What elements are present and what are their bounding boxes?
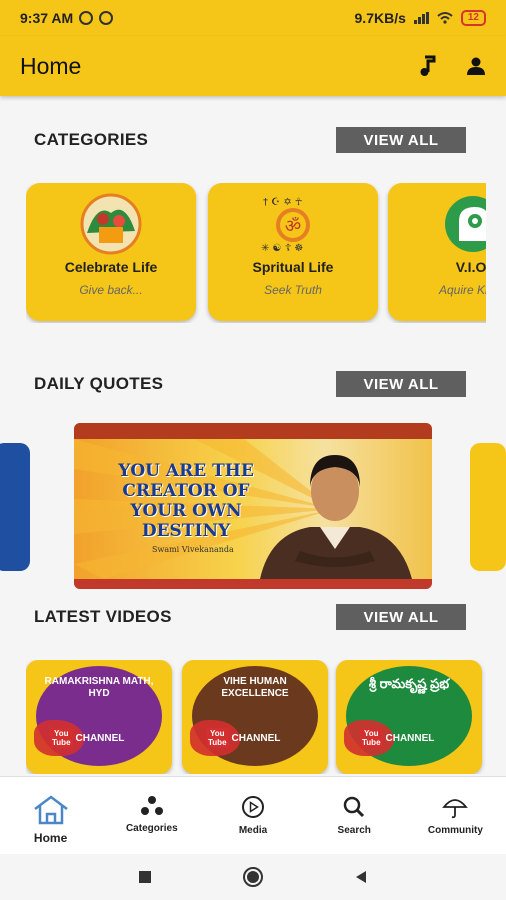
nav-item-search[interactable]: Search — [304, 777, 405, 854]
bottom-navigation: Home Categories Media Search Community — [0, 776, 506, 854]
wifi-icon — [437, 12, 453, 24]
category-subtitle: Give back... — [79, 283, 143, 297]
om-symbol-image: † ☪ ✡ ☥ ✳ ☯ ☦ ☸ ॐ — [255, 193, 331, 255]
category-card-spiritual-life[interactable]: † ☪ ✡ ☥ ✳ ☯ ☦ ☸ ॐ Spritual Life Seek Tru… — [208, 183, 378, 321]
latest-videos-view-all-button[interactable]: VIEW ALL — [336, 604, 466, 630]
celebration-image — [73, 193, 149, 255]
play-circle-icon — [242, 796, 264, 818]
nav-item-categories[interactable]: Categories — [101, 777, 202, 854]
video-channel-title: VIHE HUMAN EXCELLENCE — [221, 676, 289, 699]
status-time: 9:37 AM — [20, 10, 74, 26]
battery-icon: 12 — [460, 10, 486, 26]
nav-label: Media — [238, 825, 268, 836]
nav-label: Search — [337, 825, 371, 836]
category-name: V.I.O. — [455, 259, 486, 275]
page-title: Home — [20, 52, 82, 79]
quote-card[interactable]: YOU ARE THE CREATOR OF YOUR OWN DESTINY … — [74, 423, 432, 589]
app-bar: Home — [0, 36, 506, 96]
channel-label: CHANNEL — [75, 732, 125, 744]
youtube-badge: You Tube CHANNEL — [50, 728, 124, 748]
category-name: Celebrate Life — [64, 259, 158, 275]
video-card-vihe[interactable]: VIHE HUMAN EXCELLENCE You Tube CHANNEL — [182, 660, 328, 774]
recents-icon[interactable] — [138, 870, 152, 884]
category-subtitle: Seek Truth — [264, 283, 322, 297]
youtube-badge: You Tube CHANNEL — [206, 728, 280, 748]
quotes-carousel[interactable]: YOU ARE THE CREATOR OF YOUR OWN DESTINY … — [0, 423, 506, 589]
youtube-badge: You Tube CHANNEL — [360, 728, 434, 748]
categories-carousel[interactable]: Celebrate Life Give back... † ☪ ✡ ☥ ✳ ☯ … — [26, 183, 486, 323]
signal-icon — [413, 12, 429, 24]
youtube-logo: You Tube — [206, 728, 229, 748]
home-icon — [33, 795, 68, 825]
video-channel-title: RAMAKRISHNA MATH, HYD — [44, 676, 154, 699]
daily-quotes-header: DAILY QUOTES VIEW ALL — [34, 371, 466, 397]
svg-text:ॐ: ॐ — [285, 216, 301, 237]
latest-videos-title: LATEST VIDEOS — [34, 607, 172, 626]
nav-label: Community — [427, 825, 483, 836]
quote-text: YOU ARE THE CREATOR OF YOUR OWN DESTINY — [96, 461, 276, 541]
latest-videos-header: LATEST VIDEOS VIEW ALL — [34, 604, 466, 630]
daily-quotes-title: DAILY QUOTES — [34, 374, 164, 393]
system-navigation-bar — [0, 854, 506, 900]
videos-carousel[interactable]: RAMAKRISHNA MATH, HYD You Tube CHANNEL VI… — [26, 660, 486, 774]
svg-text:✳ ☯ ☦ ☸: ✳ ☯ ☦ ☸ — [261, 243, 303, 254]
video-channel-title: శ్రీ రామకృష్ణ ప్రభ — [368, 676, 450, 691]
yt-you: You — [364, 729, 379, 738]
daily-quotes-view-all-button[interactable]: VIEW ALL — [336, 371, 466, 397]
home-button-icon[interactable] — [242, 866, 264, 888]
quote-line: YOU ARE THE — [118, 461, 254, 481]
umbrella-icon — [442, 799, 469, 819]
video-card-ramakrishna-prabha[interactable]: శ్రీ రామకృష్ణ ప్రభ You Tube CHANNEL — [336, 660, 482, 774]
category-card-celebrate-life[interactable]: Celebrate Life Give back... — [26, 183, 196, 321]
portrait-image — [260, 455, 412, 579]
channel-label: CHANNEL — [231, 732, 281, 744]
quote-banner-decoration — [74, 423, 432, 439]
quote-line: DESTINY — [141, 521, 231, 541]
back-icon[interactable] — [354, 870, 368, 884]
categories-header: CATEGORIES VIEW ALL — [34, 127, 466, 153]
category-name: Spritual Life — [252, 259, 334, 275]
quote-card-previous[interactable] — [0, 443, 30, 571]
categories-title: CATEGORIES — [34, 130, 149, 149]
channel-label: CHANNEL — [385, 732, 435, 744]
status-bar: 9:37 AM 9.7KB/s 12 — [0, 0, 506, 36]
yt-tube: Tube — [362, 738, 381, 747]
nav-label: Home — [33, 831, 68, 845]
nav-label: Categories — [125, 823, 178, 834]
quote-banner-decoration — [74, 579, 432, 589]
quote-line: YOUR OWN — [130, 501, 242, 521]
youtube-logo: You Tube — [360, 728, 383, 748]
category-subtitle: Aquire Know — [438, 283, 486, 297]
yt-tube: Tube — [208, 738, 227, 747]
nav-item-community[interactable]: Community — [405, 777, 506, 854]
categories-icon — [140, 796, 163, 815]
yt-you: You — [54, 729, 69, 738]
quote-author: Swami Vivekananda — [152, 545, 234, 554]
music-note-icon[interactable] — [418, 55, 436, 77]
net-speed: 9.7KB/s — [354, 10, 406, 26]
yt-you: You — [210, 729, 225, 738]
video-card-ramakrishna-math[interactable]: RAMAKRISHNA MATH, HYD You Tube CHANNEL — [26, 660, 172, 774]
search-icon — [343, 796, 365, 818]
head-gear-image — [435, 193, 486, 255]
svg-text:† ☪ ✡ ☥: † ☪ ✡ ☥ — [263, 197, 302, 208]
nav-item-media[interactable]: Media — [202, 777, 303, 854]
notification-icon-2 — [99, 11, 114, 25]
nav-item-home[interactable]: Home — [0, 777, 101, 854]
notification-icon — [79, 11, 94, 25]
quote-line: CREATOR OF — [122, 481, 250, 501]
quote-card-next[interactable] — [470, 443, 506, 571]
person-icon[interactable] — [466, 56, 486, 76]
youtube-logo: You Tube — [50, 728, 73, 748]
yt-tube: Tube — [52, 738, 71, 747]
categories-view-all-button[interactable]: VIEW ALL — [336, 127, 466, 153]
category-card-vio[interactable]: V.I.O. Aquire Know — [388, 183, 486, 321]
